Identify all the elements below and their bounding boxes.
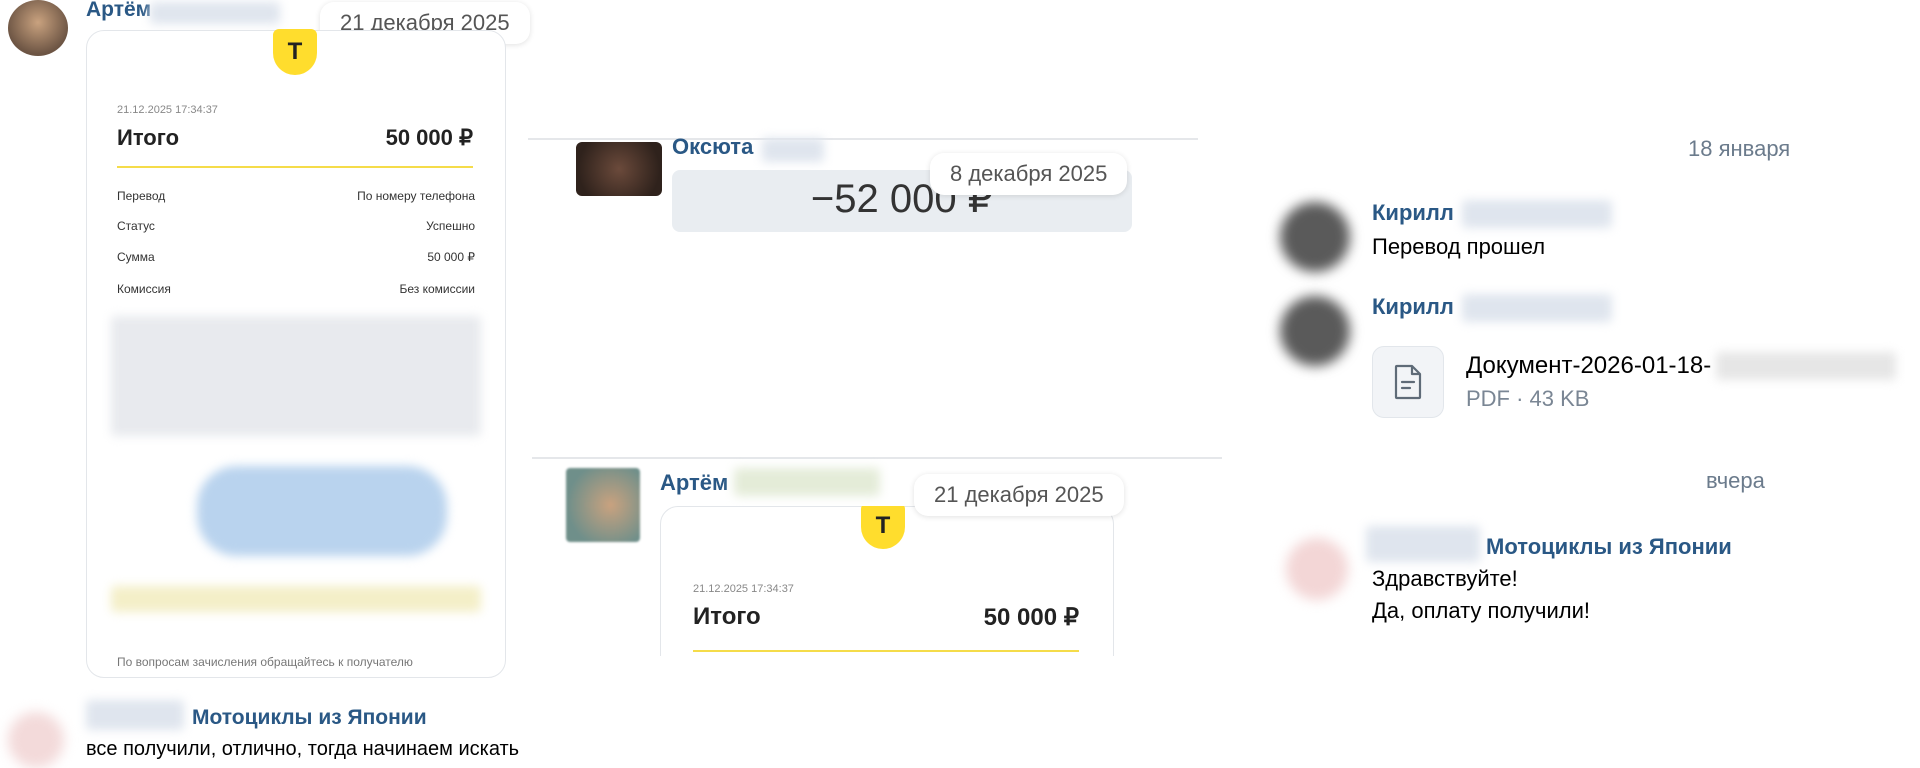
blurred-username	[1366, 526, 1480, 562]
blurred-username	[86, 700, 184, 730]
date-pill: 8 декабря 2025	[930, 153, 1128, 195]
receipt-total-label: Итого	[117, 125, 180, 150]
section-divider	[528, 138, 1198, 140]
blurred-surname	[1462, 200, 1612, 228]
file-name[interactable]: Документ-2026-01-18-	[1466, 352, 1711, 380]
receipt-row-key: Перевод	[117, 189, 166, 203]
blurred-details	[111, 316, 481, 436]
avatar[interactable]	[1280, 202, 1350, 272]
file-attachment-icon[interactable]	[1372, 346, 1444, 418]
author-name[interactable]: Мотоциклы из Японии	[1486, 534, 1732, 560]
receipt-card: Т 21.12.2025 17:34:37 Итого 50 000 ₽	[660, 506, 1114, 656]
author-name[interactable]: Мотоциклы из Японии	[192, 706, 427, 730]
bank-logo-letter: Т	[875, 512, 891, 539]
receipt-row-key: Комиссия	[117, 282, 171, 296]
receipt-divider	[117, 166, 473, 168]
blurred-surname	[762, 138, 824, 162]
receipt-row-value: Успешно	[426, 219, 475, 233]
receipt-footer: По вопросам зачисления обращайтесь к пол…	[117, 655, 413, 669]
receipt-timestamp: 21.12.2025 17:34:37	[117, 104, 218, 116]
receipt-divider	[693, 650, 1079, 652]
bank-logo-icon: Т	[273, 29, 317, 75]
avatar[interactable]	[8, 0, 68, 56]
avatar[interactable]	[8, 712, 64, 768]
receipt-row-value: Без комиссии	[399, 282, 475, 296]
avatar[interactable]	[566, 468, 640, 542]
date-separator: вчера	[1706, 468, 1765, 493]
blurred-surname	[734, 468, 880, 496]
author-name[interactable]: Кирилл	[1372, 200, 1454, 226]
bank-logo-letter: Т	[287, 38, 303, 65]
author-name[interactable]: Кирилл	[1372, 294, 1454, 320]
author-name[interactable]: Артём	[660, 470, 728, 496]
receipt-row-key: Статус	[117, 219, 155, 233]
blurred-surname	[1462, 294, 1612, 322]
blurred-surname	[150, 2, 280, 24]
receipt-card[interactable]: Т 21.12.2025 17:34:37 Итого 50 000 ₽ Пер…	[86, 29, 506, 678]
section-divider	[532, 457, 1222, 459]
author-name[interactable]: Оксюта	[672, 134, 753, 160]
message-text: Да, оплату получили!	[1372, 598, 1591, 623]
blurred-signature	[197, 466, 447, 556]
receipt-row-value: 50 000 ₽	[427, 250, 475, 264]
avatar[interactable]	[576, 142, 662, 196]
author-name[interactable]: Артём	[86, 0, 151, 22]
receipt-total-label: Итого	[693, 603, 761, 630]
message-text: все получили, отлично, тогда начинаем ис…	[86, 738, 520, 760]
blurred-filename-tail	[1716, 352, 1896, 380]
avatar[interactable]	[1280, 296, 1350, 366]
receipt-row-key: Сумма	[117, 250, 155, 264]
bank-logo-icon: Т	[861, 506, 905, 549]
receipt-card-preview[interactable]: Т 21.12.2025 17:34:37 Итого 50 000 ₽	[660, 506, 1114, 656]
date-pill: 21 декабря 2025	[914, 474, 1124, 516]
blurred-line	[111, 586, 481, 612]
message-text: Перевод прошел	[1372, 234, 1546, 259]
date-separator: 18 января	[1688, 136, 1791, 161]
receipt-total-value: 50 000 ₽	[385, 125, 473, 150]
receipt-row-value: По номеру телефона	[357, 189, 475, 203]
receipt-total-value: 50 000 ₽	[983, 604, 1079, 631]
file-meta: PDF · 43 KB	[1466, 386, 1590, 411]
receipt-timestamp: 21.12.2025 17:34:37	[693, 583, 794, 595]
avatar[interactable]	[1286, 538, 1348, 600]
message-text: Здравствуйте!	[1372, 566, 1518, 591]
